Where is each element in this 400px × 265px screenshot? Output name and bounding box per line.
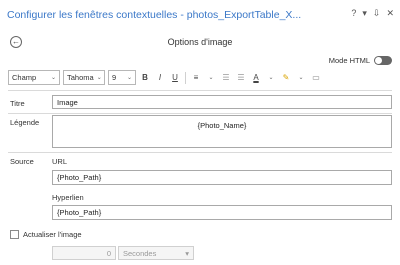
chevron-down-icon[interactable]: ⌄ xyxy=(205,70,217,85)
window-controls: ? ▾ ⇩ ✕ xyxy=(351,8,394,19)
close-icon[interactable]: ✕ xyxy=(386,8,394,19)
html-mode-label: Mode HTML xyxy=(328,56,370,65)
divider xyxy=(8,90,392,91)
title-input[interactable]: Image xyxy=(52,95,392,109)
font-dropdown-label: Tahoma xyxy=(67,73,94,82)
url-input[interactable]: {Photo_Path} xyxy=(52,170,392,185)
font-size-dropdown[interactable]: 9 ⌄ xyxy=(108,70,136,85)
pin-icon[interactable]: ⇩ xyxy=(373,8,381,19)
font-dropdown[interactable]: Tahoma ⌄ xyxy=(63,70,105,85)
chevron-down-icon[interactable]: ▾ xyxy=(362,8,367,19)
align-icon[interactable]: ≡ xyxy=(190,70,202,85)
toolbar-divider xyxy=(185,71,186,84)
more-formatting-icon[interactable]: ▭ xyxy=(310,70,322,85)
chevron-down-icon[interactable]: ⌄ xyxy=(265,70,277,85)
refresh-image-checkbox[interactable] xyxy=(10,230,19,239)
field-dropdown[interactable]: Champ ⌄ xyxy=(8,70,60,85)
indent-list-icon[interactable]: ☰ xyxy=(235,70,247,85)
font-size-label: 9 xyxy=(112,73,117,82)
refresh-interval-input[interactable]: 0 xyxy=(52,246,116,260)
chevron-down-icon: ⌄ xyxy=(126,75,132,81)
chevron-down-icon: ⌄ xyxy=(96,75,102,81)
help-icon[interactable]: ? xyxy=(351,8,356,19)
panel-title: Options d'image xyxy=(167,37,233,47)
window-title: Configurer les fenêtres contextuelles - … xyxy=(7,9,302,21)
title-bar: Configurer les fenêtres contextuelles - … xyxy=(0,0,400,36)
italic-button[interactable]: I xyxy=(154,70,166,85)
underline-button[interactable]: U xyxy=(169,70,181,85)
field-dropdown-label: Champ xyxy=(12,73,37,82)
html-mode-toggle[interactable] xyxy=(374,56,392,65)
hyperlink-label: Hyperlien xyxy=(52,193,84,202)
url-label: URL xyxy=(52,157,68,166)
hyperlink-input[interactable]: {Photo_Path} xyxy=(52,205,392,220)
refresh-image-label: Actualiser l'image xyxy=(23,230,82,239)
bold-button[interactable]: B xyxy=(139,70,151,85)
chevron-down-icon[interactable]: ⌄ xyxy=(295,70,307,85)
chevron-down-icon: ▾ xyxy=(185,249,189,258)
divider xyxy=(8,113,392,114)
highlight-icon[interactable]: ✎ xyxy=(280,70,292,85)
title-label: Titre xyxy=(10,99,25,108)
html-mode-toggle-group: Mode HTML xyxy=(329,56,392,65)
refresh-unit-label: Secondes xyxy=(123,249,157,258)
bullet-list-icon[interactable]: ☰ xyxy=(220,70,232,85)
font-color-icon[interactable]: A xyxy=(250,70,262,85)
divider xyxy=(8,152,392,153)
formatting-toolbar: Champ ⌄ Tahoma ⌄ 9 ⌄ B I U ≡ ⌄ ☰ ☰ A ⌄ ✎… xyxy=(8,70,322,85)
chevron-down-icon: ⌄ xyxy=(50,75,56,81)
caption-input[interactable]: {Photo_Name} xyxy=(52,115,392,148)
caption-label: Légende xyxy=(10,118,40,127)
source-label: Source xyxy=(10,157,34,166)
refresh-unit-dropdown[interactable]: Secondes ▾ xyxy=(118,246,194,260)
